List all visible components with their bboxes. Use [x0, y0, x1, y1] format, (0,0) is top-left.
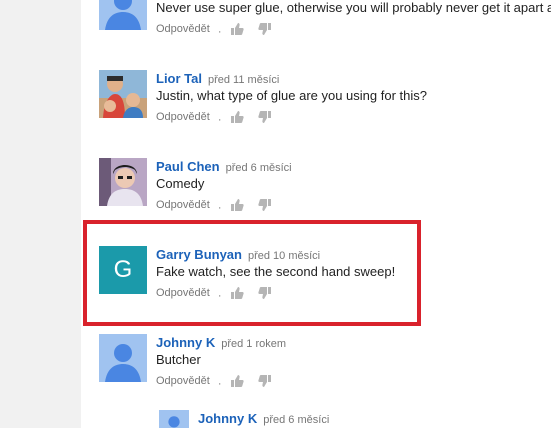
thumb-up-icon[interactable]	[230, 22, 244, 36]
reply-comment: Johnny K před 6 měsíci	[159, 410, 539, 428]
default-avatar-icon	[99, 0, 147, 30]
thumb-up-icon[interactable]	[230, 110, 244, 124]
reply-link[interactable]: Odpovědět	[156, 375, 210, 387]
reply-link[interactable]: Odpovědět	[156, 199, 210, 211]
comment: Johnny K před 1 rokem Butcher Odpovědět ·	[99, 334, 549, 394]
comment-time[interactable]: před 1 rokem	[221, 338, 286, 350]
comment-time[interactable]: před 6 měsíci	[263, 414, 329, 426]
avatar[interactable]	[99, 158, 147, 206]
author-name[interactable]: Lior Tal	[156, 71, 202, 86]
comment-header: Johnny K před 6 měsíci	[198, 410, 329, 428]
separator-dot: ·	[217, 114, 222, 126]
user-photo	[99, 158, 147, 206]
default-avatar-icon	[99, 334, 147, 382]
thumb-down-icon[interactable]	[257, 198, 272, 212]
author-name[interactable]: Paul Chen	[156, 159, 220, 174]
thumb-down-icon[interactable]	[257, 110, 272, 124]
comment-time[interactable]: před 6 měsíci	[226, 162, 292, 174]
user-photo	[99, 70, 147, 118]
thumb-down-icon[interactable]	[257, 374, 272, 388]
comment-text: Butcher	[156, 352, 201, 367]
comment-actions: Odpovědět ·	[156, 198, 286, 214]
avatar[interactable]	[99, 334, 147, 382]
reply-link[interactable]: Odpovědět	[156, 23, 210, 35]
comment: Paul Chen před 6 měsíci Comedy Odpovědět …	[99, 158, 549, 218]
separator-dot: ·	[217, 26, 222, 38]
highlight-box	[83, 220, 421, 326]
avatar[interactable]	[99, 0, 147, 30]
comment-text: Comedy	[156, 176, 205, 191]
separator-dot: ·	[217, 202, 222, 214]
author-name[interactable]: Johnny K	[156, 335, 215, 350]
author-name[interactable]: Johnny K	[198, 411, 257, 426]
comment-actions: Odpovědět ·	[156, 110, 286, 126]
comment-actions: Odpovědět ·	[156, 22, 286, 38]
comments-panel: Never use super glue, otherwise you will…	[81, 0, 551, 428]
comment-text: Justin, what type of glue are you using …	[156, 88, 427, 103]
thumb-up-icon[interactable]	[230, 198, 244, 212]
comment-header: Johnny K před 1 rokem	[156, 334, 286, 352]
default-avatar-icon	[159, 410, 189, 428]
thumb-up-icon[interactable]	[230, 374, 244, 388]
avatar[interactable]	[99, 70, 147, 118]
thumb-down-icon[interactable]	[257, 22, 272, 36]
comment: Lior Tal před 11 měsíci Justin, what type…	[99, 70, 549, 130]
avatar[interactable]	[159, 410, 189, 428]
reply-link[interactable]: Odpovědět	[156, 111, 210, 123]
comment-actions: Odpovědět ·	[156, 374, 286, 390]
comment-header: Lior Tal před 11 měsíci	[156, 70, 279, 88]
comment: Never use super glue, otherwise you will…	[99, 0, 551, 42]
comment-header: Paul Chen před 6 měsíci	[156, 158, 292, 176]
comment-time[interactable]: před 11 měsíci	[208, 74, 279, 86]
comment-text: Never use super glue, otherwise you will…	[156, 0, 551, 15]
separator-dot: ·	[217, 378, 222, 390]
